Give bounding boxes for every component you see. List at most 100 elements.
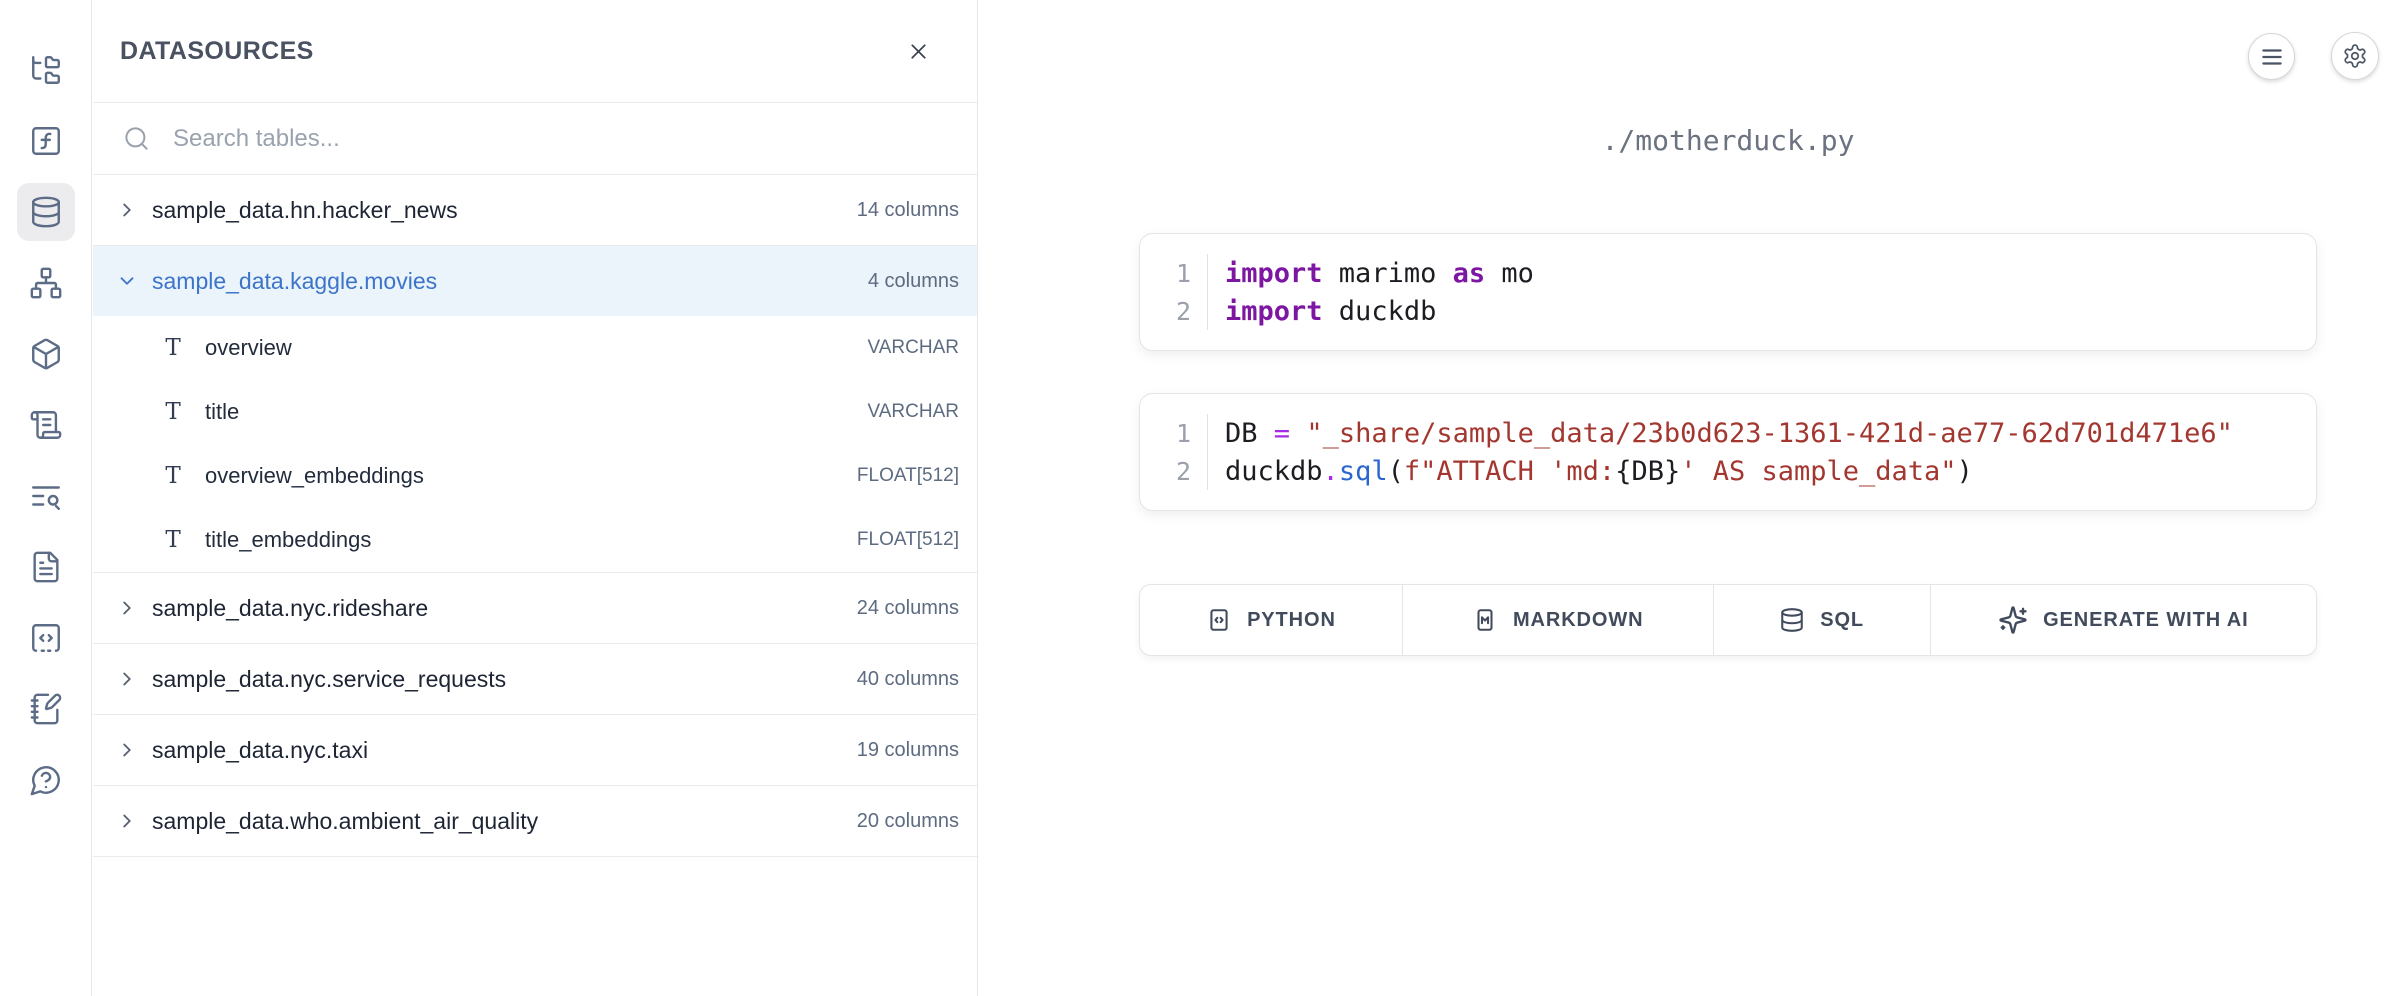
code-text: import marimo as mo xyxy=(1208,258,1534,289)
gear-icon xyxy=(2342,43,2368,69)
add-cell-button-label: PYTHON xyxy=(1247,609,1336,632)
table-row[interactable]: sample_data.who.ambient_air_quality20 co… xyxy=(93,786,977,856)
line-number: 1 xyxy=(1140,254,1208,292)
markdown-square-icon xyxy=(1472,607,1498,633)
sidebar-item-scratchpad[interactable] xyxy=(17,680,75,738)
add-cell-button-python[interactable]: PYTHON xyxy=(1140,585,1403,655)
marimo-app: DATASOURCES sample_data.hn.hacker_news14… xyxy=(0,0,2399,996)
sidebar-item-snippets[interactable] xyxy=(17,609,75,667)
column-type: VARCHAR xyxy=(868,337,960,359)
table-name: sample_data.hn.hacker_news xyxy=(152,197,458,224)
panel-header: DATASOURCES xyxy=(93,0,977,103)
table-name: sample_data.nyc.rideshare xyxy=(152,595,428,622)
sidebar-item-variables[interactable] xyxy=(17,112,75,170)
table-row[interactable]: sample_data.nyc.rideshare24 columns xyxy=(93,573,977,643)
add-cell-button-row: PYTHON MARKDOWN SQL GENERATE WITH AI xyxy=(1139,584,2317,656)
column-row[interactable]: Ttitle_embeddings FLOAT[512] xyxy=(93,508,977,572)
table-list: sample_data.hn.hacker_news14 columnssamp… xyxy=(93,175,977,857)
menu-icon xyxy=(2259,44,2285,70)
message-question-icon xyxy=(29,763,63,797)
sidebar-item-logs[interactable] xyxy=(17,396,75,454)
code-text: duckdb.sql(f"ATTACH 'md:{DB}' AS sample_… xyxy=(1208,456,1973,487)
search-bar xyxy=(93,103,977,175)
column-name: title xyxy=(205,399,239,425)
add-cell-button-label: SQL xyxy=(1820,609,1864,632)
code-text: import duckdb xyxy=(1208,296,1436,327)
table-row[interactable]: sample_data.hn.hacker_news14 columns xyxy=(93,175,977,245)
function-square-icon xyxy=(29,124,63,158)
chevron-right-icon-wrap xyxy=(116,668,138,690)
table-row[interactable]: sample_data.nyc.taxi19 columns xyxy=(93,715,977,785)
sidebar-item-help[interactable] xyxy=(17,751,75,809)
menu-button[interactable] xyxy=(2248,33,2295,80)
activity-bar xyxy=(0,0,92,996)
chevron-right-icon-wrap xyxy=(116,199,138,221)
column-row[interactable]: Ttitle VARCHAR xyxy=(93,380,977,444)
notebook-pen-icon xyxy=(29,692,63,726)
table-group: sample_data.nyc.taxi19 columns xyxy=(93,715,977,786)
add-cell-button-label: GENERATE WITH AI xyxy=(2043,609,2249,632)
column-row[interactable]: Toverview VARCHAR xyxy=(93,316,977,380)
search-icon xyxy=(123,125,150,152)
table-group: sample_data.nyc.service_requests40 colum… xyxy=(93,644,977,715)
datasources-panel: DATASOURCES sample_data.hn.hacker_news14… xyxy=(93,0,978,996)
file-text-icon xyxy=(29,550,63,584)
notebook-area: ./motherduck.py 1import marimo as mo2imp… xyxy=(979,0,2399,996)
sidebar-item-file-explorer[interactable] xyxy=(17,41,75,99)
code-line: 1DB = "_share/sample_data/23b0d623-1361-… xyxy=(1140,414,2316,452)
close-panel-button[interactable] xyxy=(906,39,931,64)
add-cell-button-sql[interactable]: SQL xyxy=(1714,585,1931,655)
table-group: sample_data.kaggle.movies 4 columns Toverv… xyxy=(93,246,977,573)
sparkles-icon xyxy=(1998,605,2028,635)
database-icon xyxy=(1779,607,1805,633)
chevron-right-icon xyxy=(116,810,138,832)
chevron-right-icon xyxy=(116,739,138,761)
table-row[interactable]: sample_data.kaggle.movies 4 columns xyxy=(93,246,977,316)
scroll-text-icon xyxy=(29,408,63,442)
sidebar-item-datasources[interactable] xyxy=(17,183,75,241)
line-number: 1 xyxy=(1140,414,1208,452)
code-line: 2import duckdb xyxy=(1140,292,2316,330)
column-type-icon: T xyxy=(161,527,185,553)
database-icon xyxy=(29,195,63,229)
add-cell-button-label: MARKDOWN xyxy=(1513,609,1644,632)
code-text: DB = "_share/sample_data/23b0d623-1361-4… xyxy=(1208,418,2233,449)
add-cell-button-generate-with-ai[interactable]: GENERATE WITH AI xyxy=(1931,585,2316,655)
code-line: 2duckdb.sql(f"ATTACH 'md:{DB}' AS sample… xyxy=(1140,452,2316,490)
table-name: sample_data.kaggle.movies xyxy=(152,268,437,295)
column-type: FLOAT[512] xyxy=(857,465,959,487)
column-type: VARCHAR xyxy=(868,401,960,423)
column-type-icon: T xyxy=(161,399,185,425)
column-row[interactable]: Toverview_embeddingsFLOAT[512] xyxy=(93,444,977,508)
sidebar-item-packages[interactable] xyxy=(17,325,75,383)
code-cell[interactable]: 1DB = "_share/sample_data/23b0d623-1361-… xyxy=(1139,393,2317,511)
table-row[interactable]: sample_data.nyc.service_requests40 colum… xyxy=(93,644,977,714)
column-name: title_embeddings xyxy=(205,527,371,553)
folder-tree-icon xyxy=(29,53,63,87)
column-count: 4 columns xyxy=(868,270,959,293)
settings-button[interactable] xyxy=(2331,32,2379,80)
line-number: 2 xyxy=(1140,292,1208,330)
line-number: 2 xyxy=(1140,452,1208,490)
table-group: sample_data.who.ambient_air_quality20 co… xyxy=(93,786,977,857)
column-name: overview xyxy=(205,335,292,361)
sidebar-item-documentation[interactable] xyxy=(17,538,75,596)
chevron-down-icon-wrap xyxy=(116,270,138,292)
chevron-right-icon-wrap xyxy=(116,739,138,761)
sidebar-item-dependencies[interactable] xyxy=(17,254,75,312)
chevron-down-icon xyxy=(116,270,138,292)
chevron-right-icon xyxy=(116,199,138,221)
search-input[interactable] xyxy=(171,124,950,154)
column-type-icon: T xyxy=(161,335,185,361)
code-cell[interactable]: 1import marimo as mo2import duckdb xyxy=(1139,233,2317,351)
table-group: sample_data.nyc.rideshare24 columns xyxy=(93,573,977,644)
column-name: overview_embeddings xyxy=(205,463,424,489)
add-cell-button-markdown[interactable]: MARKDOWN xyxy=(1403,585,1714,655)
column-count: 20 columns xyxy=(857,810,959,833)
chevron-right-icon xyxy=(116,668,138,690)
sidebar-item-tracing[interactable] xyxy=(17,467,75,525)
column-type: FLOAT[512] xyxy=(857,529,959,551)
code-line: 1import marimo as mo xyxy=(1140,254,2316,292)
x-icon xyxy=(906,39,931,64)
table-name: sample_data.nyc.service_requests xyxy=(152,666,506,693)
